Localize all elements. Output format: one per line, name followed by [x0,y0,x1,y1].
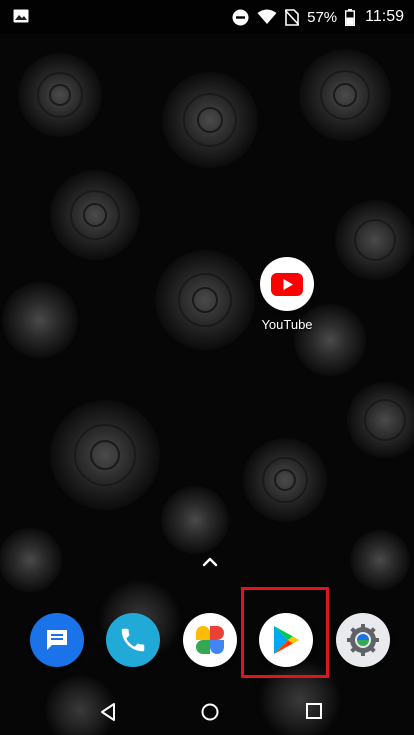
clock: 11:59 [365,8,404,25]
photos-icon[interactable] [183,613,237,667]
youtube-icon[interactable] [260,257,314,311]
do-not-disturb-icon [232,9,249,25]
status-indicators: 57% 11:59 [232,6,404,28]
navigation-bar [0,690,414,735]
home-button[interactable] [200,702,220,722]
home-screen: 57% 11:59 YouTube [0,0,414,735]
recents-button[interactable] [305,702,323,720]
no-sim-icon [285,8,300,26]
youtube-label: YouTube [261,317,313,332]
youtube-app-shortcut[interactable]: YouTube [258,257,316,332]
dock [0,610,414,670]
play-store-highlight [241,587,329,678]
phone-icon[interactable] [106,613,160,667]
battery-icon [345,8,356,26]
back-button[interactable] [99,702,117,722]
status-bar: 57% 11:59 [0,0,414,34]
messages-icon[interactable] [30,613,84,667]
settings-icon[interactable] [336,613,390,667]
wifi-icon [257,9,277,24]
battery-percentage: 57% [307,8,338,26]
image-notification-icon [13,9,29,23]
app-drawer-arrow-icon[interactable] [199,554,221,570]
